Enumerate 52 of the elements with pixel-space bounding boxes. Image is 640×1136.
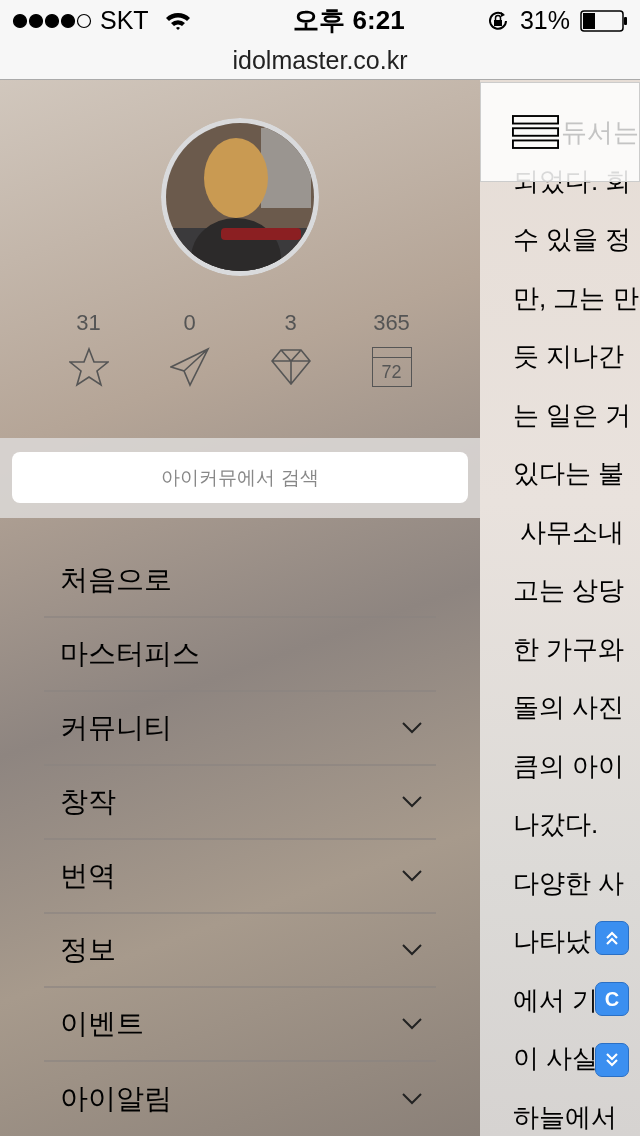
article-line: 이 사실 [513,1042,599,1075]
article-line: 나갔다. [513,808,599,841]
signal-icon [12,12,92,29]
article-line: 다양한 사 [513,866,625,900]
menu-item[interactable]: 창작 [44,766,436,840]
double-chevron-up-icon [604,930,620,946]
menu-item[interactable]: 처음으로 [44,544,436,618]
search-field[interactable]: 아이커뮤에서 검색 [12,452,468,504]
article-line: 나타났 [513,925,591,958]
scroll-up-button[interactable] [595,921,629,955]
stat-count: 0 [183,309,196,337]
stat-count: 31 [76,309,101,337]
diamond-icon[interactable] [270,347,311,387]
scroll-down-button[interactable] [595,1043,629,1077]
clock-time: 오후 6:21 [292,4,406,38]
chevron-down-icon [402,796,422,808]
menu-item[interactable]: 이벤트 [44,988,436,1062]
article-line: 수 있을 정 [513,223,632,256]
double-chevron-down-icon [604,1052,620,1068]
comment-button[interactable]: C [595,982,629,1016]
paper-plane-icon[interactable] [169,347,210,387]
chevron-down-icon [402,1093,422,1105]
article-line: 있다는 불 [513,457,625,490]
menu-item[interactable]: 마스터피스 [44,618,436,692]
chevron-down-icon [402,870,422,882]
menu-item[interactable]: 번역 [44,840,436,914]
article-line: 듯 지나간 [513,340,625,373]
article-line: 큼의 아이 [513,749,625,783]
chevron-down-icon [402,944,422,956]
menu-item[interactable]: 커뮤니티 [44,692,436,766]
article-line: 하늘에서 [513,1100,617,1134]
wifi-icon [164,10,191,31]
article-line: 되었다. 회 [513,164,632,198]
article-line: 고는 상당 [513,574,625,607]
carrier-name: SKT [100,5,149,36]
day-number: 72 [380,361,403,384]
star-icon[interactable] [68,347,109,387]
article-line: 사무소내 [519,515,625,549]
menu-item[interactable]: 정보 [44,914,436,988]
article-line: 는 일은 거 [513,398,632,432]
article-line: 만, 그는 만 [513,281,639,315]
article-line: 한 가구와 [513,632,625,666]
menu-item[interactable]: 아이알림 [44,1062,436,1136]
stat-count: 3 [284,309,297,337]
menu-icon[interactable] [512,114,559,150]
battery-icon [580,9,628,32]
chevron-down-icon [402,1018,422,1030]
battery-percent: 31% [519,5,570,36]
article-line: 돌의 사진 [513,691,625,724]
url-text[interactable]: idolmaster.co.kr [232,41,408,79]
stat-count: 365 [373,309,410,337]
chevron-down-icon [402,722,422,734]
